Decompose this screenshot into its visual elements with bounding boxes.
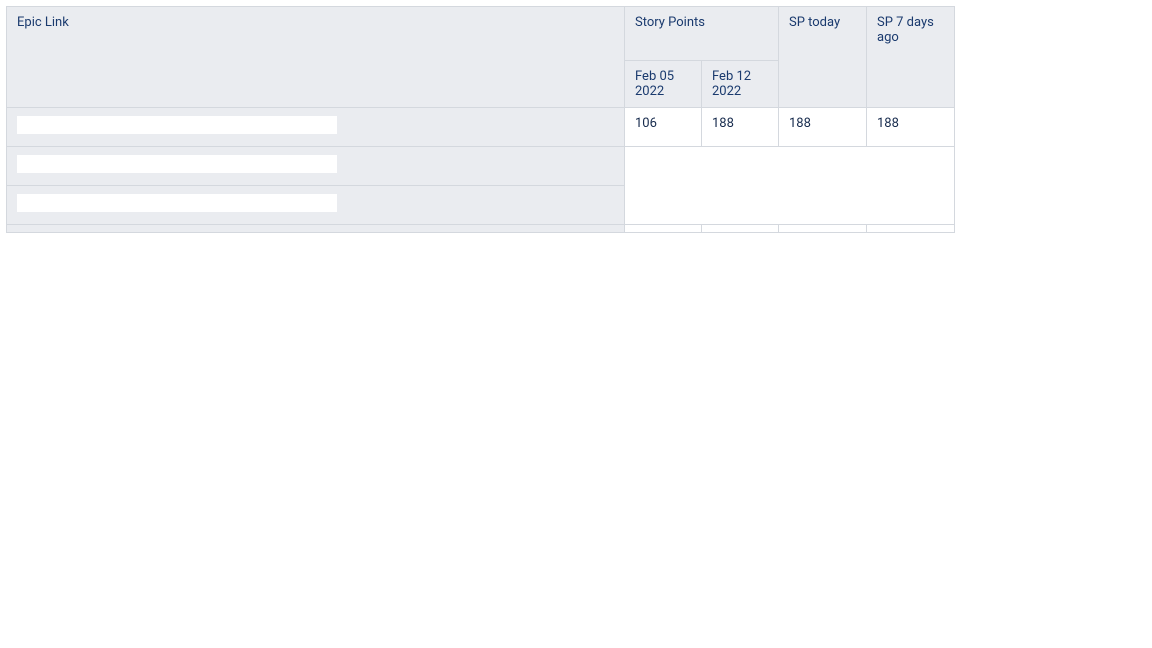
header-story-points[interactable]: Story Points [625, 7, 779, 61]
cell-tail [625, 225, 702, 233]
cell-empty-block [625, 147, 955, 225]
table-row[interactable] [7, 147, 955, 186]
table-row-tail [7, 225, 955, 233]
cell-tail [867, 225, 955, 233]
epic-link-value [17, 194, 337, 212]
cell-sp-feb05[interactable]: 106 [625, 108, 702, 147]
cell-sp-7days[interactable]: 188 [867, 108, 955, 147]
cell-tail [779, 225, 867, 233]
cell-sp-today[interactable]: 188 [779, 108, 867, 147]
cell-epic-link-tail [7, 225, 625, 233]
cell-tail [702, 225, 779, 233]
table-row[interactable]: 106 188 188 188 [7, 108, 955, 147]
header-epic-link[interactable]: Epic Link [7, 7, 625, 108]
header-sp-today[interactable]: SP today [779, 7, 867, 108]
cell-sp-feb12[interactable]: 188 [702, 108, 779, 147]
header-date-feb-05[interactable]: Feb 05 2022 [625, 61, 702, 108]
epic-link-value [17, 116, 337, 134]
pivot-table-header: Epic Link Story Points SP today SP 7 day… [7, 7, 955, 108]
epic-link-value [17, 155, 337, 173]
header-sp-7-days-ago[interactable]: SP 7 days ago [867, 7, 955, 108]
pivot-table: Epic Link Story Points SP today SP 7 day… [6, 6, 955, 233]
cell-epic-link[interactable] [7, 108, 625, 147]
pivot-table-body: 106 188 188 188 [7, 108, 955, 233]
cell-epic-link[interactable] [7, 147, 625, 186]
header-date-feb-12[interactable]: Feb 12 2022 [702, 61, 779, 108]
cell-epic-link[interactable] [7, 186, 625, 225]
